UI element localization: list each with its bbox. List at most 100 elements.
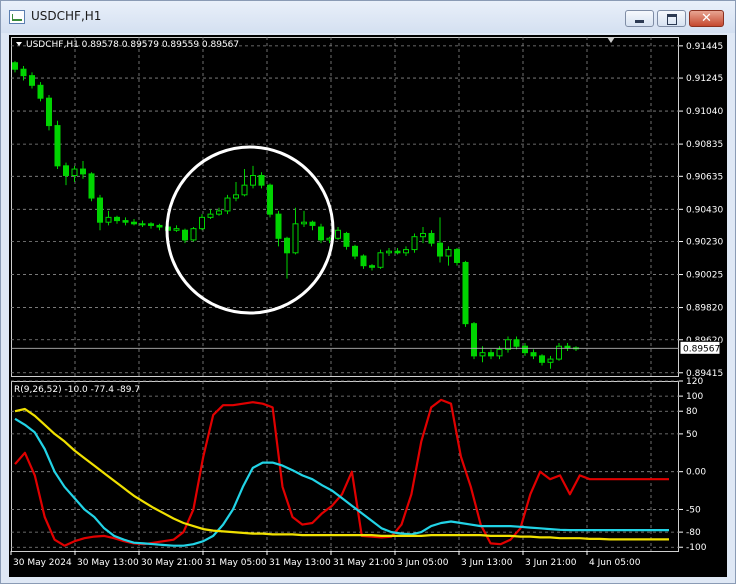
chart-window: USDCHF,H1 ✕ 0.91445 0.91245 0.91040 0.90835… (0, 0, 736, 584)
price-tick-label: 0.90430 (686, 205, 723, 215)
time-axis-label: 31 May 21:00 (333, 558, 395, 568)
time-axis-label: 31 May 13:00 (269, 558, 331, 568)
window-titlebar[interactable]: USDCHF,H1 ✕ (1, 1, 735, 33)
price-tick-label: 0.90835 (686, 140, 723, 150)
candle-body-bear (522, 345, 528, 354)
candle-body-bear (454, 249, 460, 263)
indicator-tick-label: -80 (686, 528, 701, 538)
indicator-tick-label: 100 (686, 392, 703, 402)
candle-body-bear (80, 168, 86, 175)
candle-body-bull (386, 250, 392, 254)
candle-body-bear (564, 345, 571, 349)
time-axis-label: 4 Jun 05:00 (589, 558, 641, 568)
candle-body-bear (318, 226, 324, 241)
candle-body-bear (122, 220, 129, 223)
minimize-button[interactable] (625, 10, 654, 27)
indicator-tick-label: -100 (686, 543, 707, 553)
candle-body-bear (156, 224, 163, 228)
candle-body-bull (207, 213, 214, 218)
price-tick-label: 0.90025 (686, 271, 723, 281)
time-axis-label: 3 Jun 13:00 (461, 558, 513, 568)
candle-body-bear (284, 237, 290, 254)
candle-body-bear (488, 352, 494, 357)
price-tick-label: 0.91040 (686, 107, 723, 117)
time-axis-label: 31 May 05:00 (205, 558, 267, 568)
candle-body-bear (513, 339, 520, 347)
candle-body-bear (394, 250, 401, 254)
candle-body-bull (335, 229, 341, 239)
candle-body-bear (63, 165, 69, 176)
candle-body-bear (88, 173, 95, 199)
candle-body-bull (216, 210, 222, 215)
indicator-tick-label: 0.00 (686, 468, 706, 478)
candle-body-bull (190, 228, 197, 241)
chart-area[interactable]: 0.91445 0.91245 0.91040 0.90835 0.90635 0.904… (9, 35, 727, 577)
price-tick-label: 0.91445 (686, 42, 723, 52)
candle-body-bull (411, 236, 418, 251)
candle-body-bear (258, 174, 265, 186)
candle-body-bull (420, 232, 426, 238)
candle-body-bull (224, 197, 231, 212)
candle-body-bear (471, 323, 477, 357)
candle-body-bull (105, 216, 112, 223)
candle-body-bull (250, 174, 256, 186)
candle-body-bear (114, 216, 120, 222)
candle-body-bull (139, 223, 146, 226)
candle-body-bear (37, 84, 44, 99)
candle-body-bear (309, 221, 316, 226)
price-tick-label: 0.89820 (686, 304, 723, 314)
candle-body-bull (496, 348, 503, 357)
candle-body-bull (292, 223, 299, 254)
indicator-tick-label: -50 (686, 505, 701, 515)
time-axis-label: 30 May 13:00 (77, 558, 139, 568)
candle-body-bear (530, 352, 537, 357)
chart-background (9, 35, 727, 577)
indicator-tick-label: 120 (686, 377, 703, 387)
candle-body-bull (241, 184, 248, 196)
indicator-tick-label: 80 (686, 407, 698, 417)
candle-body-bull (71, 168, 78, 176)
candle-body-bull (173, 228, 180, 231)
window-title: USDCHF,H1 (31, 9, 102, 23)
chart-app-icon (9, 10, 25, 24)
candle-body-bull (377, 252, 384, 268)
main-chart-title: USDCHF,H1 0.89578 0.89579 0.89559 0.8956… (26, 40, 239, 50)
current-price-label: 0.89567 (683, 344, 720, 354)
time-axis-label: 3 Jun 05:00 (397, 558, 449, 568)
price-tick-label: 0.90230 (686, 238, 723, 248)
candle-body-bear (267, 184, 273, 215)
candle-body-bear (97, 197, 103, 223)
candle-body-bear (369, 265, 375, 268)
indicator-tick-label: 50 (686, 430, 698, 440)
candle-body-bear (539, 355, 545, 363)
maximize-button[interactable] (657, 10, 686, 27)
chart-canvas[interactable]: 0.91445 0.91245 0.91040 0.90835 0.90635 0.904… (9, 35, 727, 577)
candle-body-bear (54, 125, 61, 167)
candle-body-bear (46, 97, 52, 127)
candle-body-bull (301, 221, 307, 225)
candle-body-bull (403, 249, 409, 254)
candle-body-bear (148, 223, 154, 226)
time-axis-label: 30 May 2024 (13, 558, 72, 568)
price-tick-label: 0.91245 (686, 74, 723, 84)
time-axis-label: 30 May 21:00 (141, 558, 203, 568)
close-icon: ✕ (701, 11, 712, 26)
candle-body-bear (462, 261, 469, 325)
candle-body-bear (437, 242, 443, 257)
time-axis-label: 3 Jun 21:00 (525, 558, 577, 568)
candle-body-bear (428, 232, 435, 244)
candle-body-bear (360, 255, 367, 267)
close-button[interactable]: ✕ (689, 10, 724, 27)
candle-body-bear (20, 68, 27, 77)
candle-body-bear (275, 213, 282, 239)
candle-body-bull (547, 358, 554, 363)
candle-body-bear (343, 232, 350, 247)
candle-body-bull (445, 249, 452, 257)
candle-body-bear (352, 245, 358, 257)
candle-body-bear (12, 62, 18, 70)
candle-body-bear (29, 75, 35, 86)
candle-body-bull (233, 194, 239, 199)
price-tick-label: 0.90635 (686, 172, 723, 182)
candle-body-bear (131, 221, 137, 225)
indicator-title: R(9,26,52) -10.0 -77.4 -89.7 (14, 385, 140, 395)
